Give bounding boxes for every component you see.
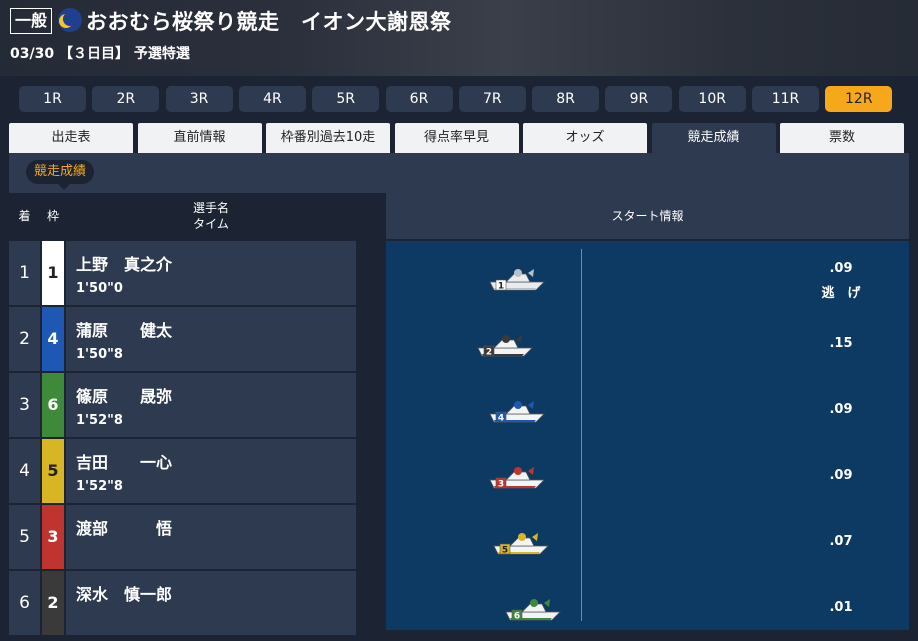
info-tab-1[interactable]: 出走表 <box>9 123 133 153</box>
race-tab-4r[interactable]: 4R <box>238 86 306 112</box>
grade-badge: 一般 <box>10 8 53 34</box>
race-tab-10r[interactable]: 10R <box>678 86 746 112</box>
info-tab-6[interactable]: 競走成績 <box>651 123 776 153</box>
boat-5-icon: 5 <box>493 533 549 556</box>
boat-number-label: 5 <box>502 546 508 556</box>
start-timing: .09 <box>829 261 853 276</box>
frame-number-cell: 5 <box>42 439 64 503</box>
race-header: 一般 おおむら桜祭り競走 イオン大謝恩祭 03/30 【３日目】 予選特選 <box>0 0 918 76</box>
frame-number-cell: 2 <box>42 571 64 635</box>
winning-move-label: 逃 げ <box>821 286 861 301</box>
racer-cell: 深水 慎一郎 <box>66 571 356 635</box>
result-row: 1 1 上野 真之介 1'50"0 <box>9 241 356 305</box>
race-tab-1r[interactable]: 1R <box>19 86 86 112</box>
section-bar: 競走成績 <box>9 153 909 193</box>
race-time: 1'50"8 <box>76 347 123 362</box>
racer-cell: 蒲原 健太 1'50"8 <box>66 307 356 371</box>
frame-number-cell: 4 <box>42 307 64 371</box>
racer-name: 吉田 一心 <box>76 453 173 472</box>
race-time: 1'50"0 <box>76 281 123 296</box>
result-row: 5 3 渡部 悟 <box>9 505 356 569</box>
start-info-body: 1 .09 逃 げ 2 .15 4 .09 3 .09 5 .07 6 .01 <box>386 241 909 630</box>
frame-header: 枠 <box>46 209 59 223</box>
start-timing: .15 <box>829 336 853 351</box>
frame-number-cell: 3 <box>42 505 64 569</box>
race-tab-6r[interactable]: 6R <box>385 86 453 112</box>
start-timing: .01 <box>829 600 853 615</box>
night-race-moon-icon <box>58 8 82 32</box>
race-tab-2r[interactable]: 2R <box>92 86 160 112</box>
name-time-header: 選手名 タイム <box>66 193 356 239</box>
race-tab-3r[interactable]: 3R <box>165 86 233 112</box>
result-row: 2 4 蒲原 健太 1'50"8 <box>9 307 356 371</box>
frame-number-cell: 6 <box>42 373 64 437</box>
info-tab-7[interactable]: 票数 <box>780 123 904 153</box>
name-header: 選手名 <box>192 201 229 215</box>
boat-1-icon: 1 <box>489 269 545 292</box>
result-row: 6 2 深水 慎一郎 <box>9 571 356 635</box>
racer-name: 篠原 晟弥 <box>76 387 173 406</box>
rank-cell: 2 <box>9 307 40 371</box>
racer-cell: 吉田 一心 1'52"8 <box>66 439 356 503</box>
race-tab-11r[interactable]: 11R <box>752 86 819 112</box>
race-time: 1'52"8 <box>76 413 123 428</box>
race-tab-9r[interactable]: 9R <box>605 86 673 112</box>
racer-name: 上野 真之介 <box>76 255 173 274</box>
boat-6-icon: 6 <box>505 599 561 622</box>
rank-cell: 1 <box>9 241 40 305</box>
start-timing: .07 <box>829 534 853 549</box>
race-tab-8r[interactable]: 8R <box>532 86 600 112</box>
boat-number-label: 6 <box>514 612 520 622</box>
info-tabs: 出走表 直前情報 枠番別過去10走 得点率早見 オッズ 競走成績 票数 <box>9 123 909 153</box>
racer-cell: 渡部 悟 <box>66 505 356 569</box>
race-subtitle: 03/30 【３日目】 予選特選 <box>10 46 190 62</box>
boat-4-icon: 4 <box>489 401 545 424</box>
start-info-header: スタート情報 <box>386 193 909 239</box>
start-timing: .09 <box>829 468 853 483</box>
info-tab-5[interactable]: オッズ <box>523 123 647 153</box>
info-tab-2[interactable]: 直前情報 <box>137 123 262 153</box>
racer-name: 渡部 悟 <box>76 519 173 538</box>
rank-header: 着 <box>18 209 31 223</box>
rank-cell: 5 <box>9 505 40 569</box>
info-tab-4[interactable]: 得点率早見 <box>394 123 519 153</box>
boat-number-label: 1 <box>498 282 504 292</box>
racer-cell: 篠原 晟弥 1'52"8 <box>66 373 356 437</box>
race-number-nav: 1R 2R 3R 4R 5R 6R 7R 8R 9R 10R 11R 12R <box>19 86 899 112</box>
start-line <box>581 249 582 621</box>
boat-number-label: 2 <box>486 348 492 358</box>
rank-cell: 4 <box>9 439 40 503</box>
section-label-pill: 競走成績 <box>26 160 95 190</box>
result-row: 3 6 篠原 晟弥 1'52"8 <box>9 373 356 437</box>
start-info-panel: スタート情報 1 .09 逃 げ 2 .15 4 .09 3 .09 5 .07 6 .01 <box>386 193 909 630</box>
race-title: おおむら桜祭り競走 イオン大謝恩祭 <box>86 10 452 34</box>
rank-cell: 3 <box>9 373 40 437</box>
time-header: タイム <box>193 217 229 231</box>
boat-number-label: 3 <box>498 480 504 490</box>
frame-number-cell: 1 <box>42 241 64 305</box>
rank-cell: 6 <box>9 571 40 635</box>
race-tab-7r[interactable]: 7R <box>458 86 526 112</box>
racer-name: 蒲原 健太 <box>76 321 173 340</box>
race-tab-5r[interactable]: 5R <box>312 86 380 112</box>
race-tab-12r[interactable]: 12R <box>825 86 893 112</box>
racer-cell: 上野 真之介 1'50"0 <box>66 241 356 305</box>
boat-3-icon: 3 <box>489 467 545 490</box>
result-row: 4 5 吉田 一心 1'52"8 <box>9 439 356 503</box>
race-time: 1'52"8 <box>76 479 123 494</box>
boat-number-label: 4 <box>498 414 504 424</box>
start-timing: .09 <box>829 402 853 417</box>
boat-2-icon: 2 <box>477 335 533 358</box>
racer-name: 深水 慎一郎 <box>76 585 173 604</box>
results-table-header: 着 枠 選手名 タイム <box>9 193 356 239</box>
info-tab-3[interactable]: 枠番別過去10走 <box>266 123 390 153</box>
